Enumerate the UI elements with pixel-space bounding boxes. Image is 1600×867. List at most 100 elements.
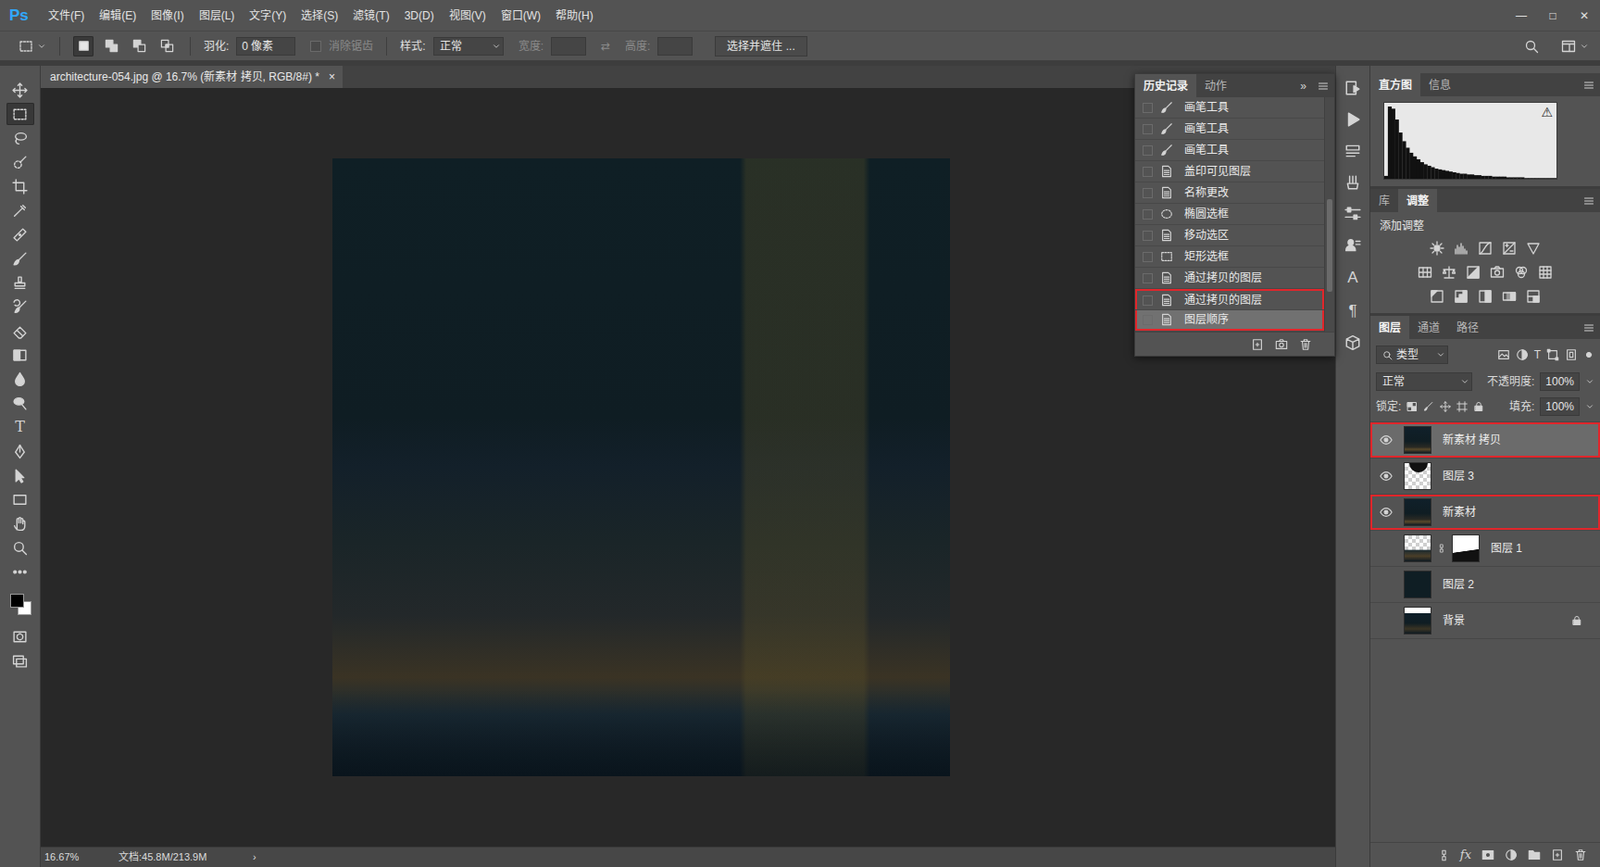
zoom-level[interactable]: 16.67%: [44, 849, 119, 865]
lookup-icon[interactable]: [1537, 264, 1553, 280]
panel-tab[interactable]: 信息: [1420, 73, 1460, 97]
style-select[interactable]: 正常: [433, 37, 504, 56]
panel-tab[interactable]: 动作: [1196, 74, 1236, 98]
history-state[interactable]: 椭圆选框: [1135, 203, 1325, 225]
layer-name[interactable]: 背景: [1442, 612, 1563, 629]
history-brush-source[interactable]: [1142, 166, 1153, 177]
layer-name[interactable]: 新素材: [1442, 503, 1563, 521]
eye-icon[interactable]: [1379, 433, 1393, 447]
invert-icon[interactable]: [1429, 288, 1445, 304]
lasso-icon[interactable]: [12, 130, 28, 147]
rectangle-tool[interactable]: [6, 487, 35, 511]
menu-item[interactable]: 3D(D): [397, 7, 442, 25]
panel-tab[interactable]: 历史记录: [1135, 74, 1197, 98]
lock-icon[interactable]: [1473, 400, 1485, 413]
dodge-icon[interactable]: [12, 395, 28, 412]
caret-icon[interactable]: [1585, 376, 1595, 387]
eyedropper-tool[interactable]: [6, 199, 35, 222]
panel-menu[interactable]: [1577, 73, 1600, 97]
quick-select-icon[interactable]: [12, 154, 28, 171]
more-icon[interactable]: [12, 563, 28, 580]
caret-icon[interactable]: [1585, 401, 1595, 412]
menu-item[interactable]: 滤镜(T): [345, 7, 397, 25]
menu-item[interactable]: 图像(I): [143, 7, 191, 25]
selection-mode-button[interactable]: [156, 36, 177, 57]
history-brush-source[interactable]: [1142, 230, 1153, 241]
history-icon[interactable]: [1344, 79, 1362, 97]
document-canvas[interactable]: [332, 158, 950, 776]
play-panel-button[interactable]: [1339, 108, 1366, 131]
eye-icon[interactable]: [1379, 469, 1393, 483]
document-tab[interactable]: architecture-054.jpg @ 16.7% (新素材 拷贝, RG…: [40, 65, 343, 88]
history-state[interactable]: 画笔工具: [1135, 139, 1325, 162]
adjustment-button[interactable]: [1463, 262, 1483, 282]
paint-lock-icon[interactable]: [1423, 400, 1435, 413]
adjustment-button[interactable]: [1451, 238, 1471, 258]
para-icon[interactable]: ¶: [1348, 299, 1357, 324]
menu-item[interactable]: 视图(V): [441, 7, 494, 25]
feather-field[interactable]: 0 像素: [236, 37, 296, 56]
screen-mode-icon[interactable]: [12, 652, 28, 669]
camera-icon[interactable]: [1489, 264, 1505, 280]
history-brush-tool[interactable]: [6, 295, 35, 318]
history-brush-source[interactable]: [1142, 102, 1153, 113]
mode-new-icon[interactable]: [76, 38, 91, 53]
bw-icon[interactable]: [1465, 264, 1481, 280]
adjustment-button[interactable]: [1427, 287, 1447, 306]
caret-icon[interactable]: [491, 41, 501, 51]
link-icon[interactable]: [1437, 543, 1447, 553]
type-tool-icon[interactable]: T: [14, 419, 25, 435]
swap-button[interactable]: ⇄: [600, 37, 611, 55]
history-brush-source[interactable]: [1142, 124, 1153, 135]
menu-item[interactable]: 图层(L): [191, 7, 243, 25]
screen-mode-tool[interactable]: [6, 649, 35, 672]
cube-panel-button[interactable]: [1339, 331, 1366, 354]
history-state[interactable]: 图层顺序: [1135, 310, 1325, 332]
healing-icon[interactable]: [12, 226, 28, 243]
marquee-icon[interactable]: [18, 38, 34, 54]
quick-mask-icon[interactable]: [12, 628, 28, 645]
visibility-toggle[interactable]: [1377, 539, 1395, 557]
posterize-icon[interactable]: [1453, 288, 1469, 304]
move-icon[interactable]: [12, 82, 28, 99]
layer-row[interactable]: 新素材: [1370, 494, 1600, 531]
levels-icon[interactable]: [1453, 240, 1469, 256]
menu-item[interactable]: 帮助(H): [548, 7, 601, 25]
panel-menu[interactable]: [1577, 315, 1600, 339]
eyedropper-icon[interactable]: [12, 202, 28, 219]
brush-icon[interactable]: [12, 250, 28, 267]
workspace-icon[interactable]: [1561, 38, 1576, 54]
gradient-icon[interactable]: [12, 347, 28, 363]
menu-icon[interactable]: [1583, 79, 1595, 91]
trash-icon[interactable]: [1574, 848, 1588, 862]
clone-icon[interactable]: [1344, 237, 1362, 254]
adjustment-button[interactable]: [1439, 262, 1459, 282]
move-icon[interactable]: [1439, 400, 1451, 413]
menu-icon[interactable]: [1583, 322, 1595, 334]
brush-set-icon[interactable]: [1344, 174, 1362, 191]
search-icon[interactable]: [1524, 38, 1539, 54]
close-tab-button[interactable]: ×: [328, 68, 336, 86]
warning-icon[interactable]: ⚠: [1540, 105, 1553, 119]
balance-icon[interactable]: [1441, 264, 1457, 280]
smart-icon[interactable]: [1564, 348, 1578, 362]
history-brush-source[interactable]: [1142, 145, 1153, 156]
panel-menu[interactable]: [1312, 74, 1335, 98]
crop-icon[interactable]: [12, 178, 28, 195]
history-brush-source[interactable]: [1142, 187, 1153, 199]
caret-icon[interactable]: [1579, 41, 1589, 51]
adjustment-button[interactable]: [1427, 238, 1447, 258]
path-select-icon[interactable]: [12, 467, 28, 484]
layer-name[interactable]: 新素材 拷贝: [1442, 431, 1563, 449]
layer-row[interactable]: 图层 2: [1370, 566, 1600, 603]
visibility-toggle[interactable]: [1377, 503, 1395, 521]
scrollbar[interactable]: [1324, 97, 1335, 332]
blend-mode-select[interactable]: 正常: [1375, 372, 1473, 391]
window-control[interactable]: □: [1537, 7, 1569, 25]
layer-row[interactable]: 图层 3: [1370, 458, 1600, 495]
hand-tool[interactable]: [6, 512, 35, 535]
selective-icon[interactable]: [1525, 288, 1541, 304]
panel-tab[interactable]: 调整: [1398, 188, 1438, 213]
history-brush-source[interactable]: [1142, 295, 1153, 306]
new-doc-icon[interactable]: [1550, 848, 1564, 862]
